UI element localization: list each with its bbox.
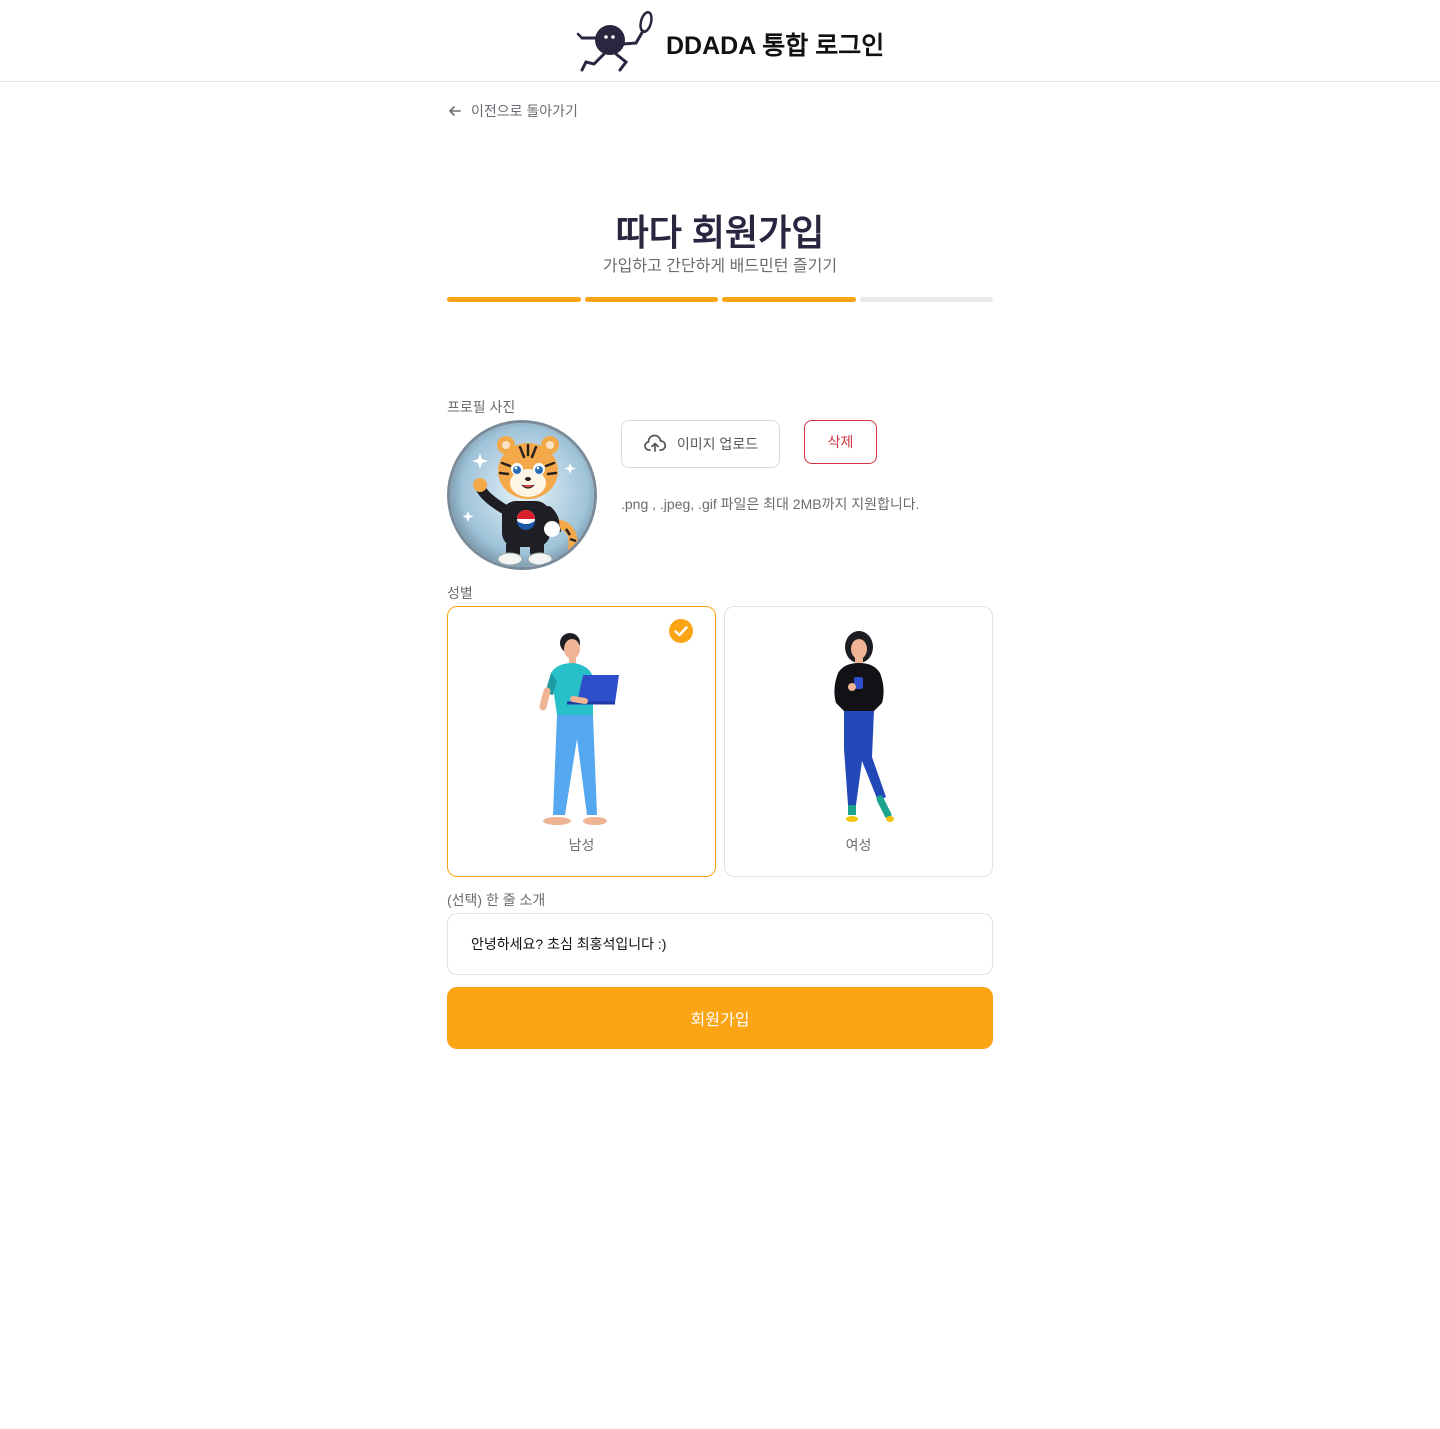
image-upload-button[interactable]: 이미지 업로드 <box>621 420 780 468</box>
female-figure-illustration <box>833 631 894 822</box>
progress-step <box>722 297 856 302</box>
cloud-upload-icon <box>644 434 666 452</box>
signup-submit-button[interactable]: 회원가입 <box>447 987 993 1049</box>
back-link[interactable]: 이전으로 돌아가기 <box>447 101 578 121</box>
gender-label: 성별 <box>447 585 473 601</box>
progress-step <box>447 297 581 302</box>
progress-step <box>584 297 718 302</box>
signup-progress <box>447 297 993 302</box>
gender-option-label: 여성 <box>845 837 872 853</box>
back-link-label: 이전으로 돌아가기 <box>471 103 578 119</box>
intro-input[interactable] <box>447 913 993 975</box>
gender-option-female[interactable]: 여성 <box>724 606 993 877</box>
profile-photo-label: 프로필 사진 <box>447 399 516 415</box>
arrow-left-icon <box>449 106 461 116</box>
profile-avatar <box>447 420 597 570</box>
progress-step <box>859 297 993 302</box>
upload-hint: .png , .jpeg, .gif 파일은 최대 2MB까지 지원합니다. <box>621 496 920 512</box>
mascot-logo-icon <box>576 11 653 72</box>
header-title: DDADA 통합 로그인 <box>666 32 885 60</box>
intro-label: (선택) 한 줄 소개 <box>447 892 546 908</box>
check-circle-icon <box>669 619 693 643</box>
top-header: DDADA 통합 로그인 <box>0 0 1440 82</box>
delete-photo-button[interactable]: 삭제 <box>804 420 877 464</box>
image-upload-label: 이미지 업로드 <box>676 436 759 452</box>
page-title: 따다 회원가입 <box>615 212 825 253</box>
gender-option-label: 남성 <box>568 837 595 853</box>
male-figure-illustration <box>539 633 619 825</box>
gender-option-male[interactable]: 남성 <box>447 606 716 877</box>
tiger-avatar-image <box>450 423 594 567</box>
page-subtitle: 가입하고 간단하게 배드민턴 즐기기 <box>602 258 838 275</box>
